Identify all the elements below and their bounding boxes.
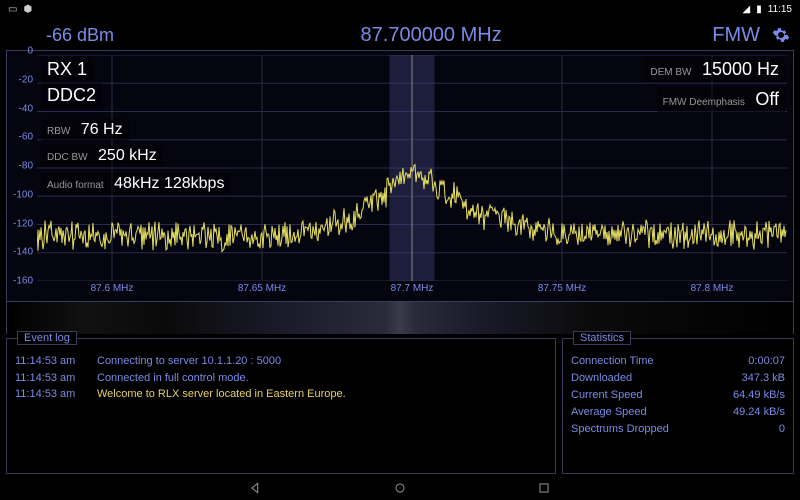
stat-row: Spectrums Dropped0: [571, 421, 785, 438]
x-tick: 87.7 MHz: [391, 283, 434, 294]
audio-format-display[interactable]: Audio format 48kHz 128kbps: [41, 173, 230, 195]
x-tick: 87.8 MHz: [691, 283, 734, 294]
frequency-display[interactable]: 87.700000 MHz: [150, 24, 712, 47]
mode-display[interactable]: FMW: [712, 24, 760, 47]
statistics-title: Statistics: [573, 331, 631, 345]
notif-icon: ▭: [8, 4, 17, 15]
clock: 11:15: [768, 4, 792, 15]
ddc-selector[interactable]: DDC2: [41, 83, 102, 108]
x-tick: 87.65 MHz: [238, 283, 286, 294]
y-tick: -60: [19, 132, 33, 143]
header: -66 dBm 87.700000 MHz FMW: [6, 22, 794, 48]
spectrum-plot[interactable]: 0-20-40-60-80-100-120-140-160 87.6 MHz87…: [6, 50, 794, 302]
x-tick: 87.6 MHz: [91, 283, 134, 294]
recent-icon[interactable]: [537, 481, 551, 495]
x-tick: 87.75 MHz: [538, 283, 586, 294]
y-tick: -20: [19, 74, 33, 85]
x-axis: 87.6 MHz 87.65 MHz 87.7 MHz 87.75 MHz 87.8 M…: [37, 283, 787, 299]
log-entry: 11:14:53 amConnected in full control mod…: [15, 370, 547, 387]
stat-row: Average Speed49.24 kB/s: [571, 404, 785, 421]
stat-row: Downloaded347.3 kB: [571, 370, 785, 387]
y-tick: 0: [27, 46, 33, 57]
ddc-bw-display[interactable]: DDC BW 250 kHz: [41, 145, 163, 167]
back-icon[interactable]: [249, 481, 263, 495]
y-tick: -100: [13, 189, 33, 200]
stat-row: Current Speed64.49 kB/s: [571, 387, 785, 404]
wifi-icon: ◢: [742, 4, 750, 15]
dem-bw-display[interactable]: DEM BW 15000 Hz: [644, 57, 785, 82]
rbw-display[interactable]: RBW 76 Hz: [41, 119, 129, 141]
android-nav-bar: [0, 476, 800, 500]
log-entry: 11:14:53 amConnecting to server 10.1.1.2…: [15, 353, 547, 370]
signal-strength[interactable]: -66 dBm: [10, 25, 150, 46]
y-tick: -160: [13, 276, 33, 287]
home-icon[interactable]: [393, 481, 407, 495]
waterfall-display[interactable]: [6, 302, 794, 334]
rx-selector[interactable]: RX 1: [41, 57, 93, 82]
deemphasis-display[interactable]: FMW Deemphasis Off: [657, 87, 785, 112]
event-log-title: Event log: [17, 331, 77, 345]
event-log-panel: Event log 11:14:53 amConnecting to serve…: [6, 338, 556, 474]
battery-icon: ▮: [756, 4, 762, 15]
y-tick: -40: [19, 103, 33, 114]
y-tick: -140: [13, 247, 33, 258]
y-tick: -80: [19, 161, 33, 172]
stat-row: Connection Time0:00:07: [571, 353, 785, 370]
statistics-panel: Statistics Connection Time0:00:07Downloa…: [562, 338, 794, 474]
y-tick: -120: [13, 218, 33, 229]
android-status-bar: ▭ ⬢ ◢ ▮ 11:15: [0, 0, 800, 18]
y-axis: 0-20-40-60-80-100-120-140-160: [7, 51, 37, 281]
log-entry: 11:14:53 amWelcome to RLX server located…: [15, 386, 547, 403]
gear-icon[interactable]: [772, 26, 790, 44]
notif-icon: ⬢: [23, 4, 32, 15]
